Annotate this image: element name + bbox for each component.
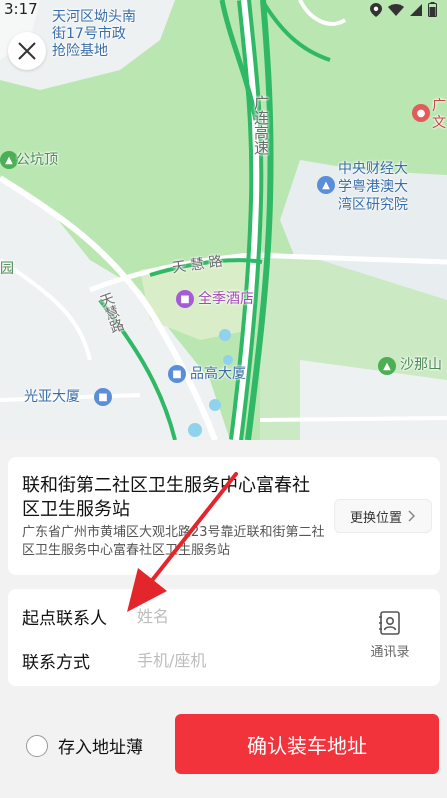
address-card: 联和街第二社区卫生服务中心富春社区卫生服务站 广东省广州市黄埔区大观北路23号靠… <box>8 457 440 575</box>
save-address-label: 存入地址薄 <box>58 738 143 758</box>
status-icons <box>370 2 437 17</box>
chevron-right-icon <box>408 510 416 522</box>
save-address-radio[interactable] <box>26 734 48 757</box>
map-label-rescue-base: 天河区坳头南 街17号市政 抢险基地 <box>52 9 136 59</box>
map-label-shanas: 沙那山 <box>400 357 442 373</box>
map-label-university: 中央财经大 学粤港澳大 湾区研究院 <box>338 161 408 213</box>
poi-marker-icon: ● <box>412 104 430 122</box>
confirm-loading-address-button[interactable]: 确认装车地址 <box>175 714 439 774</box>
map-label-highway: 广连高速 <box>252 95 270 155</box>
change-location-button[interactable]: 更换位置 <box>334 499 432 533</box>
building-icon: ■ <box>94 388 112 406</box>
contact-name-input[interactable] <box>137 606 337 626</box>
battery-icon <box>428 2 437 17</box>
wifi-icon <box>388 3 404 16</box>
address-detail: 广东省广州市黄埔区大观北路23号靠近联和街第二社区卫生服务中心富春社区卫生服务站 <box>22 525 325 558</box>
change-location-label: 更换位置 <box>349 510 402 526</box>
address-title: 联和街第二社区卫生服务中心富春社区卫生服务站 <box>22 475 310 520</box>
contact-card: 起点联系人 联系方式 通讯录 <box>8 589 440 686</box>
mountain-icon: ▲ <box>378 357 396 375</box>
contact-name-label: 起点联系人 <box>22 608 107 629</box>
contact-phone-input[interactable] <box>137 650 337 670</box>
building-icon: ■ <box>168 365 186 383</box>
save-address-toggle[interactable]: 存入地址薄 <box>26 733 143 758</box>
contact-name-row: 起点联系人 <box>22 604 337 629</box>
contact-phone-label: 联系方式 <box>22 652 90 673</box>
map-view[interactable]: 3:17 天河区坳头南 街17号市政 抢险基地 广连高速 ▲ 公坑顶 园 ● 广… <box>0 0 447 440</box>
map-label-guangya-building: 光亚大厦 <box>24 389 80 405</box>
hotel-icon: ■ <box>176 290 194 308</box>
map-label-pingao-building: 品高大厦 <box>190 366 246 382</box>
contact-phone-row: 联系方式 <box>22 648 337 673</box>
contacts-label: 通讯录 <box>370 645 410 660</box>
close-icon <box>18 42 36 60</box>
map-label-yuan: 园 <box>0 261 14 277</box>
signal-icon <box>410 3 422 16</box>
screen: 3:17 天河区坳头南 街17号市政 抢险基地 广连高速 ▲ 公坑顶 园 ● 广… <box>0 0 447 798</box>
contacts-button[interactable]: 通讯录 <box>360 611 420 661</box>
address-book-icon <box>379 611 400 635</box>
school-icon: ▲ <box>317 176 335 194</box>
status-time: 3:17 <box>4 0 38 18</box>
close-button[interactable] <box>8 32 46 70</box>
location-icon <box>370 2 382 17</box>
map-label-right-edge: 广 文 <box>432 98 446 131</box>
map-label-gongkang-ding: 公坑顶 <box>16 152 58 168</box>
map-label-four-seasons: 全季酒店 <box>198 291 254 307</box>
